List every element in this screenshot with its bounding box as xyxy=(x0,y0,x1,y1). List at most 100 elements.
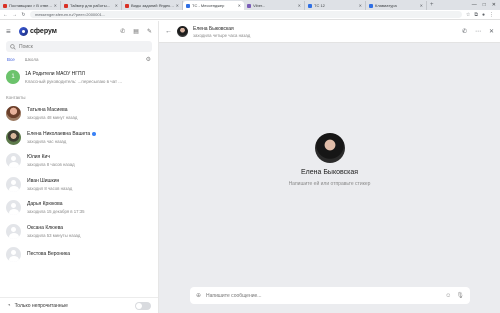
contact-name-row: Елена Николаевна Вашета xyxy=(27,131,152,137)
hamburger-menu-icon[interactable]: ≡ xyxy=(6,27,16,36)
sferum-logo-icon xyxy=(19,26,28,36)
tab-title: Viber... xyxy=(253,3,266,8)
profile-name: Елена Быковская xyxy=(300,169,359,176)
emoji-icon[interactable]: ☺ xyxy=(445,293,451,299)
filter-all[interactable]: Все xyxy=(7,57,15,62)
contact-item[interactable]: Татьяна Масиева заходила 48 минут назад xyxy=(0,102,158,126)
contact-status: заходила 48 минут назад xyxy=(27,115,78,121)
attach-icon[interactable]: ⊕ xyxy=(196,292,201,299)
sferum-logo[interactable]: сферум xyxy=(19,26,57,36)
contact-item[interactable]: Елена Николаевна Вашета заходила час наза… xyxy=(0,126,158,150)
browser-tab[interactable]: Viber... ✕ xyxy=(244,1,305,10)
group-chat-last-message: Классный руководитель: ...пересылаю в ча… xyxy=(25,78,123,84)
contact-list: Татьяна Масиева заходила 48 минут назад Ел… xyxy=(0,102,158,267)
tab-favicon-icon xyxy=(308,3,312,8)
new-tab-button[interactable]: + xyxy=(430,1,434,10)
contact-name: Татьяна Масиева xyxy=(27,107,68,114)
browser-tab[interactable]: Виды заданий Яндекс... ✕ xyxy=(122,1,183,10)
tab-close-icon[interactable]: ✕ xyxy=(420,3,423,8)
contact-item[interactable]: Дарья Крюкова заходила 15 декабря в 17:35 xyxy=(0,196,158,220)
tab-close-icon[interactable]: ✕ xyxy=(298,3,301,8)
filter-settings-icon[interactable]: ⚙ xyxy=(146,56,151,63)
profile-icon[interactable]: ● xyxy=(482,12,485,18)
forward-arrow-icon[interactable]: → xyxy=(12,12,17,18)
group-chat-text: 1А Родители МАОУ НГПЛ Классный руководит… xyxy=(25,71,152,84)
tab-close-icon[interactable]: ✕ xyxy=(176,3,179,8)
microphone-icon[interactable]: 🎙 xyxy=(456,292,464,299)
tab-close-icon[interactable]: ✕ xyxy=(359,3,362,8)
menu-icon[interactable]: ⋮ xyxy=(489,12,494,18)
unread-only-bar: ◔ Только непрочитанные xyxy=(0,297,158,313)
contact-item[interactable]: Оксана Клюева заходила 53 минуты назад xyxy=(0,220,158,244)
minimize-button[interactable]: — xyxy=(472,1,477,10)
contact-item[interactable]: Пестова Вероника xyxy=(0,243,158,267)
back-arrow-icon[interactable]: ← xyxy=(3,12,8,18)
contact-text: Юлия Кич заходила 8 часов назад xyxy=(27,154,152,167)
extension-icon[interactable]: ⧉ xyxy=(474,12,478,18)
contact-text: Татьяна Масиева заходила 48 минут назад xyxy=(27,107,152,120)
sidebar-header: ≡ сферум ✆ ▤ ✎ xyxy=(0,21,158,41)
tab-title: ТС - Мессенджер xyxy=(192,3,225,8)
tab-close-icon[interactable]: ✕ xyxy=(54,3,57,8)
group-chat-item[interactable]: 1 1А Родители МАОУ НГПЛ Классный руковод… xyxy=(0,66,158,88)
phone-icon[interactable]: ✆ xyxy=(462,28,467,35)
browser-tab[interactable]: Поставщики > В ответ... ✕ xyxy=(0,1,61,10)
star-icon[interactable]: ☆ xyxy=(466,12,470,18)
empty-chat-profile: Елена Быковская Напишите ей или отправьт… xyxy=(159,133,500,187)
tab-title: Поставщики > В ответ... xyxy=(9,3,53,8)
tab-favicon-icon xyxy=(64,3,68,8)
call-icon[interactable]: ✆ xyxy=(120,28,125,35)
chat-header-actions: ✆ ⋯ ✕ xyxy=(462,28,494,35)
contact-avatar xyxy=(6,129,21,145)
contact-name-row: Татьяна Масиева xyxy=(27,107,152,113)
compose-icon[interactable]: ✎ xyxy=(147,28,152,35)
contact-item[interactable]: Юлия Кич заходила 8 часов назад xyxy=(0,149,158,173)
tab-title: Таймер для работы... xyxy=(70,3,110,8)
browser-tab[interactable]: ТС 12 ✕ xyxy=(305,1,366,10)
more-icon[interactable]: ⋯ xyxy=(475,28,481,35)
unread-icon: ◔ xyxy=(7,302,11,309)
contact-name: Дарья Крюкова xyxy=(27,201,63,208)
filter-school[interactable]: Школа xyxy=(25,57,39,62)
search-box[interactable] xyxy=(6,41,152,52)
message-input[interactable] xyxy=(206,292,441,299)
profile-avatar[interactable] xyxy=(314,133,345,163)
tab-close-icon[interactable]: ✕ xyxy=(238,3,241,8)
close-window-button[interactable]: ✕ xyxy=(492,1,496,10)
url-text: messenger.sferum.ru/?peer=2000001... xyxy=(35,12,106,17)
contact-item[interactable]: Иван Шишкин заходил 8 часов назад xyxy=(0,173,158,197)
contact-text: Оксана Клюева заходила 53 минуты назад xyxy=(27,225,152,238)
browser-tab[interactable]: Таймер для работы... ✕ xyxy=(61,1,122,10)
contact-name: Юлия Кич xyxy=(27,154,50,161)
sidebar-header-actions: ✆ ▤ ✎ xyxy=(120,28,152,35)
tab-favicon-icon xyxy=(369,3,373,8)
chat-header-avatar[interactable] xyxy=(177,26,188,37)
contacts-section-label: Контакты xyxy=(6,95,26,100)
group-chat-name: 1А Родители МАОУ НГПЛ xyxy=(25,70,85,77)
chat-header-info[interactable]: Елена Быковская заходила четыре часа наз… xyxy=(193,26,250,38)
tab-close-icon[interactable]: ✕ xyxy=(115,3,118,8)
contact-avatar xyxy=(6,200,21,216)
reload-icon[interactable]: ↻ xyxy=(21,12,26,18)
tab-favicon-icon xyxy=(3,3,7,8)
back-icon[interactable]: ← xyxy=(165,28,172,35)
verified-badge-icon xyxy=(92,131,97,136)
search-icon xyxy=(10,43,16,50)
group-avatar: 1 xyxy=(6,70,20,84)
archive-icon[interactable]: ▤ xyxy=(133,28,139,35)
close-icon[interactable]: ✕ xyxy=(489,28,494,35)
browser-tab[interactable]: ТС - Мессенджер ✕ xyxy=(183,1,244,10)
url-field[interactable]: messenger.sferum.ru/?peer=2000001... xyxy=(30,11,462,18)
maximize-button[interactable]: □ xyxy=(483,1,486,10)
logo-text: сферум xyxy=(30,27,57,35)
browser-tab[interactable]: Клавиатура ✕ xyxy=(366,1,427,10)
unread-only-label: Только непрочитанные xyxy=(14,302,68,309)
contact-status: заходила 8 часов назад xyxy=(27,162,75,168)
unread-only-toggle[interactable] xyxy=(135,301,151,310)
tab-favicon-icon xyxy=(125,3,129,8)
contact-avatar xyxy=(6,176,21,192)
tab-title: Виды заданий Яндекс... xyxy=(131,3,175,8)
search-input[interactable] xyxy=(19,43,148,50)
contact-name: Елена Николаевна Вашета xyxy=(27,130,91,137)
contact-avatar xyxy=(6,153,21,169)
